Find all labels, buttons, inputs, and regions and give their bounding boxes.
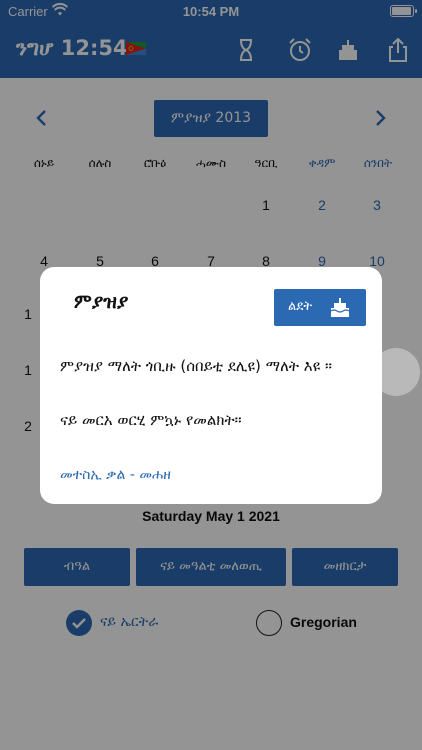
dialog-source-link[interactable]: መተስኢ ቃል - መሐዘ (60, 467, 171, 483)
dim-overlay-header (0, 0, 422, 78)
dialog-title: ምያዝያ (74, 291, 129, 313)
birthday-button[interactable]: ልደት (274, 289, 366, 326)
month-info-dialog: ምያዝያ ልደት ምያዝያ ማለት ጎቢዙ (ሰበይቲ ደሊዩ) ማለት እዩ … (40, 267, 382, 504)
cake-icon (330, 298, 350, 317)
birthday-label: ልደት (288, 299, 313, 314)
dialog-description: ምያዝያ ማለት ጎቢዙ (ሰበይቲ ደሊዩ) ማለት እዩ ። (60, 357, 332, 375)
dialog-note: ናይ መርአ ወርሂ ምኳኑ የመልክት። (60, 411, 242, 429)
